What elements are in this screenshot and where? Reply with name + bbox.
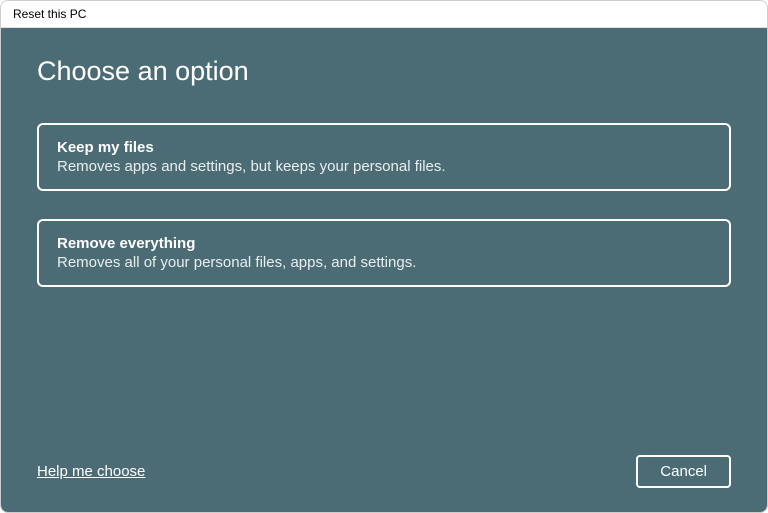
cancel-button[interactable]: Cancel <box>636 455 731 488</box>
dialog-content: Choose an option Keep my files Removes a… <box>1 28 767 512</box>
option-keep-my-files[interactable]: Keep my files Removes apps and settings,… <box>37 123 731 191</box>
page-title: Choose an option <box>37 56 731 87</box>
option-title: Keep my files <box>57 139 711 156</box>
window-frame: Reset this PC Choose an option Keep my f… <box>0 0 768 513</box>
option-remove-everything[interactable]: Remove everything Removes all of your pe… <box>37 219 731 287</box>
dialog-footer: Help me choose Cancel <box>37 455 731 488</box>
option-title: Remove everything <box>57 235 711 252</box>
window-title: Reset this PC <box>13 7 86 21</box>
titlebar: Reset this PC <box>1 1 767 28</box>
option-description: Removes apps and settings, but keeps you… <box>57 158 711 175</box>
option-description: Removes all of your personal files, apps… <box>57 254 711 271</box>
options-list: Keep my files Removes apps and settings,… <box>37 123 731 287</box>
help-me-choose-link[interactable]: Help me choose <box>37 463 145 480</box>
